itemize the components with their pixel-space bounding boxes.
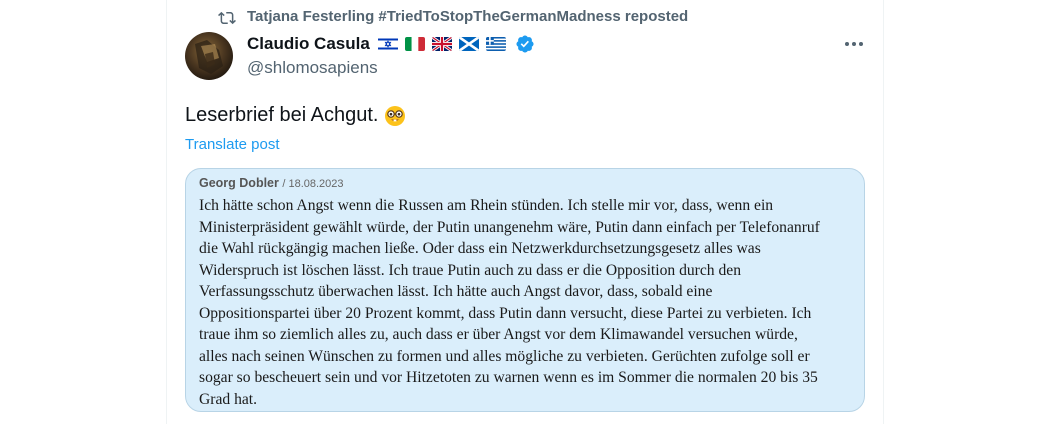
letter-line: Grad hat. bbox=[199, 390, 258, 408]
letter-line: alles nach seinen Wünschen zu formen und… bbox=[199, 347, 810, 365]
letter-line: Ministerpräsident gewählt würde, der Put… bbox=[199, 218, 820, 236]
scotland-flag-icon bbox=[458, 37, 479, 51]
letter-line: Widerspruch ist löschen lässt. Ich traue… bbox=[199, 261, 741, 279]
greece-flag-icon bbox=[485, 37, 506, 51]
more-options-icon[interactable] bbox=[843, 34, 865, 54]
author-handle[interactable]: @shlomosapiens bbox=[247, 58, 378, 78]
israel-flag-icon bbox=[377, 37, 398, 51]
avatar[interactable] bbox=[185, 32, 233, 80]
author-display-name[interactable]: Claudio Casula bbox=[247, 34, 370, 54]
translate-post-link[interactable]: Translate post bbox=[185, 136, 280, 153]
letter-line: die Wahl rückgängig machen ließe. Oder d… bbox=[199, 240, 761, 257]
post-text-content: Leserbrief bei Achgut. bbox=[185, 104, 379, 126]
uk-flag-icon bbox=[431, 37, 452, 51]
verified-badge-icon[interactable] bbox=[515, 34, 535, 54]
post-text: Leserbrief bei Achgut. bbox=[185, 104, 406, 127]
letter-line: Oppositionspartei über 20 Prozent kommt,… bbox=[199, 304, 812, 322]
repost-icon bbox=[218, 11, 236, 25]
repost-label[interactable]: Tatjana Festerling #TriedToStopTheGerman… bbox=[247, 8, 688, 25]
letter-line: sogar so bescheuert sein und vor Hitzeto… bbox=[199, 369, 818, 386]
author-row: Claudio Casula bbox=[247, 33, 535, 55]
letter-header: Georg Dobler / 18.08.2023 bbox=[199, 176, 344, 190]
attached-image[interactable]: Georg Dobler / 18.08.2023 Ich hätte scho… bbox=[185, 168, 865, 412]
letter-author: Georg Dobler bbox=[199, 176, 279, 190]
letter-line: traue ihm so ziemlich alles zu, auch das… bbox=[199, 326, 798, 343]
letter-line: Verfassungsschutz überwachen lässt. Ich … bbox=[199, 283, 713, 300]
nerd-face-emoji bbox=[385, 105, 406, 126]
letter-body: Ich hätte schon Angst wenn die Russen am… bbox=[199, 195, 859, 410]
letter-date: / 18.08.2023 bbox=[282, 178, 344, 190]
letter-line: Ich hätte schon Angst wenn die Russen am… bbox=[199, 197, 774, 214]
italy-flag-icon bbox=[404, 37, 425, 51]
